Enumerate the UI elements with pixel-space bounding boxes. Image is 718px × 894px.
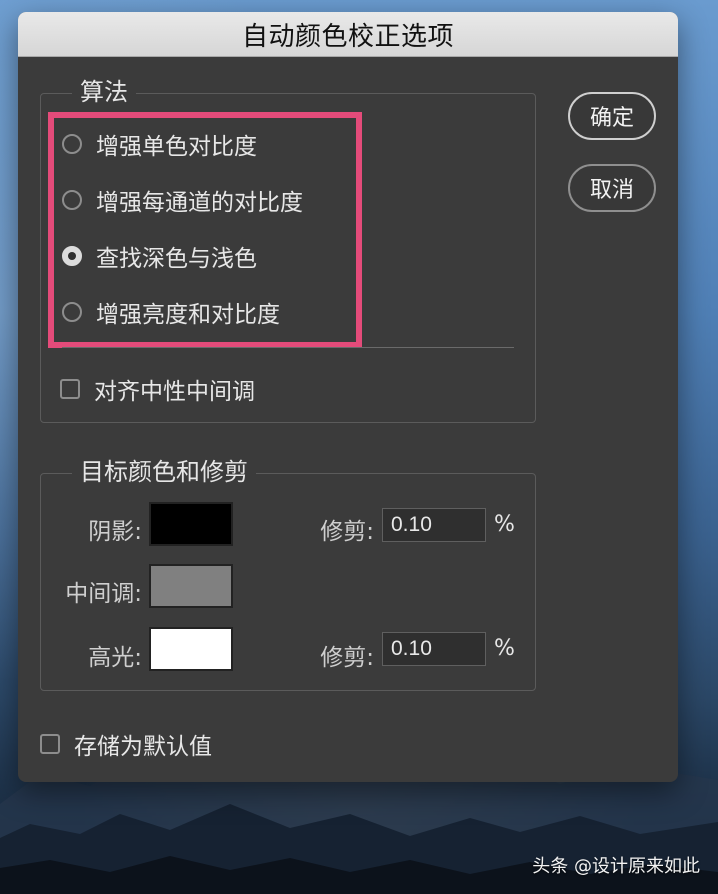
- algorithm-option-enhance-per-channel-contrast[interactable]: 增强每通道的对比度: [62, 180, 303, 220]
- cancel-button[interactable]: 取消: [568, 164, 656, 212]
- shadows-clip-unit: %: [494, 512, 515, 537]
- target-colors-legend: 目标颜色和修剪: [72, 459, 256, 485]
- ok-button[interactable]: 确定: [568, 92, 656, 140]
- algorithms-divider: [62, 347, 514, 348]
- shadows-label: 阴影:: [88, 519, 142, 545]
- algorithm-option-find-dark-and-light-colors[interactable]: 查找深色与浅色: [62, 236, 257, 276]
- radio-icon: [62, 190, 82, 210]
- snap-neutral-midtones-checkbox-row[interactable]: 对齐中性中间调: [60, 372, 255, 406]
- checkbox-icon: [40, 734, 60, 754]
- shadows-swatch[interactable]: [149, 502, 233, 546]
- watermark: 头条 @设计原来如此: [532, 856, 700, 877]
- algorithm-option-label: 增强单色对比度: [96, 134, 257, 160]
- save-as-defaults-checkbox-row[interactable]: 存储为默认值: [40, 727, 212, 761]
- highlights-clip-label: 修剪:: [320, 645, 374, 671]
- highlights-label: 高光:: [88, 645, 142, 671]
- algorithms-legend: 算法: [72, 79, 136, 105]
- shadows-clip-input[interactable]: 0.10: [382, 508, 486, 542]
- algorithm-option-label: 查找深色与浅色: [96, 246, 257, 272]
- dialog-titlebar: 自动颜色校正选项: [18, 12, 678, 57]
- radio-icon: [62, 302, 82, 322]
- algorithm-option-label: 增强每通道的对比度: [96, 190, 303, 216]
- auto-color-correction-dialog: 自动颜色校正选项 算法 增强单色对比度 增强每通道的对比度 查找深色与浅色 增强…: [18, 12, 678, 782]
- dialog-title: 自动颜色校正选项: [241, 21, 454, 52]
- snap-neutral-midtones-label: 对齐中性中间调: [94, 379, 255, 405]
- highlights-swatch[interactable]: [149, 627, 233, 671]
- midtones-swatch[interactable]: [149, 564, 233, 608]
- highlights-clip-input[interactable]: 0.10: [382, 632, 486, 666]
- algorithm-option-label: 增强亮度和对比度: [96, 302, 280, 328]
- algorithm-option-enhance-monochromatic-contrast[interactable]: 增强单色对比度: [62, 124, 257, 164]
- radio-icon: [62, 134, 82, 154]
- algorithm-option-enhance-brightness-and-contrast[interactable]: 增强亮度和对比度: [62, 292, 280, 332]
- save-as-defaults-label: 存储为默认值: [74, 734, 212, 760]
- midtones-label: 中间调:: [65, 581, 142, 607]
- checkbox-icon: [60, 379, 80, 399]
- selected-radio-icon: [62, 246, 82, 266]
- highlights-clip-unit: %: [494, 636, 515, 661]
- shadows-clip-label: 修剪:: [320, 519, 374, 545]
